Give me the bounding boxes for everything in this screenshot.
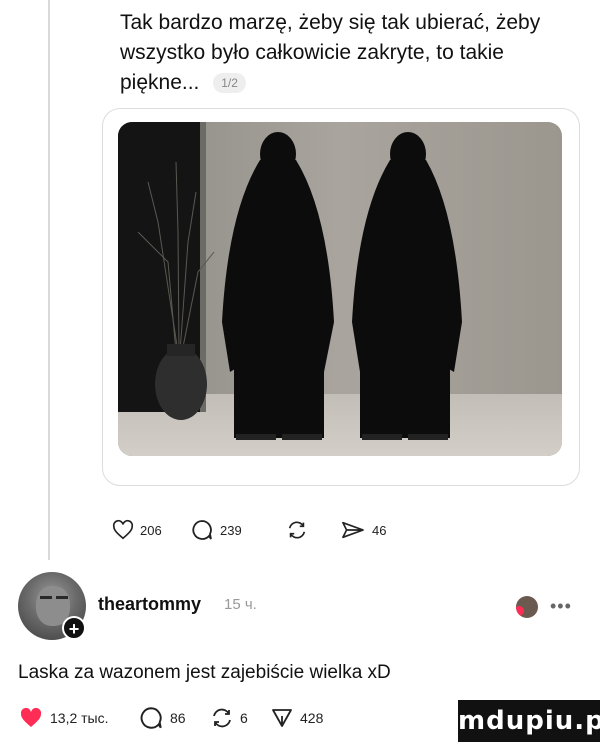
reply-comment-text: Laska za wazonem jest zajebiście wielka … <box>18 662 391 683</box>
reply-repost-button[interactable]: 6 <box>210 706 270 730</box>
send-down-icon <box>272 709 292 727</box>
post-comment-button[interactable]: 239 <box>190 518 286 542</box>
heart-filled-icon <box>20 707 42 727</box>
reply-share-count: 428 <box>300 710 324 726</box>
author-liked-avatar <box>516 596 538 618</box>
post-comment-count: 239 <box>220 522 242 538</box>
share-icon <box>342 521 364 539</box>
avatar-brow-left <box>40 596 52 599</box>
post-like-button[interactable]: 206 <box>112 519 190 541</box>
comment-icon <box>140 707 162 729</box>
post-action-bar: 206 239 46 <box>112 516 386 544</box>
reply-username[interactable]: theartommy <box>98 594 201 615</box>
more-options-icon[interactable]: ••• <box>550 596 572 617</box>
watermark-logo: mdupiu.pl <box>458 700 600 742</box>
post-repost-button[interactable] <box>286 519 340 541</box>
page-counter: 1/2 <box>213 73 246 94</box>
reply-comment-button[interactable]: 86 <box>138 705 210 731</box>
repost-icon <box>288 521 306 539</box>
follow-plus-icon[interactable]: + <box>62 616 86 640</box>
thread-line <box>48 0 50 560</box>
post-image[interactable] <box>118 122 562 456</box>
post-share-button[interactable]: 46 <box>340 519 386 541</box>
post-body: Tak bardzo marzę, żeby się tak ubierać, … <box>120 11 541 94</box>
post-image-drawing <box>118 122 562 456</box>
post-text: Tak bardzo marzę, żeby się tak ubierać, … <box>120 8 570 98</box>
avatar-brow-right <box>56 596 68 599</box>
liked-heart-icon <box>516 606 524 616</box>
heart-icon <box>112 519 134 540</box>
reply-repost-count: 6 <box>240 710 248 726</box>
repost-icon <box>213 708 231 728</box>
post-like-count: 206 <box>140 522 162 538</box>
reply-comment-count: 86 <box>170 710 186 726</box>
reply-timestamp: 15 ч. <box>224 596 257 613</box>
reply-share-button[interactable]: 428 <box>270 706 323 730</box>
reply-like-button[interactable]: 13,2 тыс. <box>18 706 138 730</box>
comment-icon <box>192 520 212 540</box>
reply-action-bar: 13,2 тыс. 86 6 428 <box>18 704 323 732</box>
post-share-count: 46 <box>372 522 387 538</box>
reply-like-count: 13,2 тыс. <box>50 710 109 726</box>
